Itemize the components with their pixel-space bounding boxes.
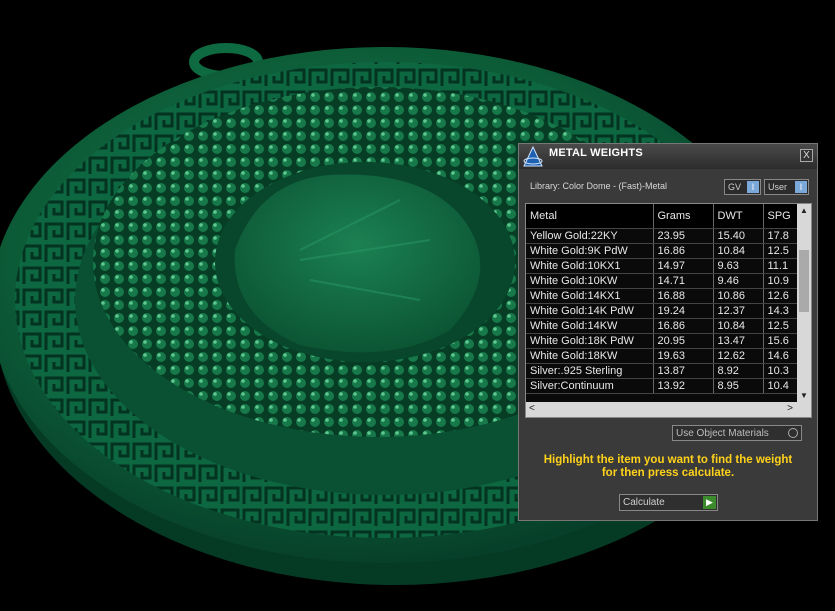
scroll-down-icon[interactable]: ▼ — [800, 391, 808, 400]
table-cell: White Gold:18KW — [526, 348, 654, 364]
table-row[interactable]: White Gold:14K PdW 19.24 12.37 14.3 — [526, 303, 809, 319]
table-row[interactable]: Silver:.925 Sterling 13.87 8.92 10.3 — [526, 363, 809, 379]
table-cell: 10.84 — [713, 318, 764, 334]
table-cell: 16.88 — [653, 288, 714, 304]
metal-weights-panel: METAL WEIGHTS X Library: Color Dome - (F… — [518, 143, 818, 521]
table-cell: Yellow Gold:22KY — [526, 228, 654, 244]
table-header-row: Metal Grams DWT SPG — [526, 204, 809, 229]
table-cell: White Gold:18K PdW — [526, 333, 654, 349]
pyramid-logo-icon — [523, 146, 543, 167]
use-object-materials-toggle[interactable]: Use Object Materials — [672, 425, 802, 441]
radio-icon — [788, 428, 798, 438]
library-label: Library: Color Dome - (Fast)-Metal — [530, 181, 668, 191]
play-arrow-icon: ▶ — [703, 496, 716, 509]
gv-toggle[interactable]: GV I — [724, 179, 761, 195]
table-cell: 12.37 — [713, 303, 764, 319]
table-cell: 14.97 — [653, 258, 714, 274]
vertical-scrollbar[interactable]: ▲ ▼ — [797, 204, 811, 402]
calculate-button[interactable]: Calculate ▶ — [619, 494, 718, 511]
table-row[interactable]: White Gold:18K PdW 20.95 13.47 15.6 — [526, 333, 809, 349]
scroll-left-icon[interactable]: < — [529, 403, 535, 414]
table-cell: 8.95 — [713, 378, 764, 394]
horizontal-scrollbar[interactable]: < > — [526, 402, 811, 417]
instruction-line-1: Highlight the item you want to find the … — [543, 454, 793, 466]
gv-toggle-label: GV — [728, 182, 742, 192]
instruction-line-2: for then press calculate. — [601, 467, 735, 479]
scroll-up-icon[interactable]: ▲ — [800, 206, 808, 215]
table-cell: 19.24 — [653, 303, 714, 319]
table-cell: 10.86 — [713, 288, 764, 304]
table-row[interactable]: Yellow Gold:22KY 23.95 15.40 17.8 — [526, 228, 809, 244]
column-header-metal[interactable]: Metal — [526, 204, 654, 229]
table-cell: 23.95 — [653, 228, 714, 244]
table-cell: White Gold:14KX1 — [526, 288, 654, 304]
calculate-label: Calculate — [623, 497, 665, 508]
panel-titlebar[interactable]: METAL WEIGHTS X — [519, 144, 817, 169]
table-row[interactable]: White Gold:10KW 14.71 9.46 10.9 — [526, 273, 809, 289]
table-cell: 13.92 — [653, 378, 714, 394]
table-cell: 10.84 — [713, 243, 764, 259]
table-cell: White Gold:14K PdW — [526, 303, 654, 319]
user-toggle-label: User — [768, 182, 788, 192]
table-cell: 13.47 — [713, 333, 764, 349]
table-cell: 16.86 — [653, 243, 714, 259]
panel-title: METAL WEIGHTS — [549, 147, 643, 159]
table-row[interactable]: White Gold:18KW 19.63 12.62 14.6 — [526, 348, 809, 364]
toggle-knob-icon: I — [747, 181, 759, 193]
table-cell: 14.71 — [653, 273, 714, 289]
table-row[interactable]: Silver:Continuum 13.92 8.95 10.4 — [526, 378, 809, 394]
table-cell: White Gold:10KW — [526, 273, 654, 289]
instruction-text: Highlight the item you want to find the … — [519, 454, 817, 480]
close-icon[interactable]: X — [800, 149, 813, 162]
table-cell: 13.87 — [653, 363, 714, 379]
metal-grid: Metal Grams DWT SPG Yellow Gold:22KY 23.9… — [526, 204, 809, 394]
table-cell: 9.46 — [713, 273, 764, 289]
table-cell: 8.92 — [713, 363, 764, 379]
column-header-grams[interactable]: Grams — [653, 204, 714, 229]
table-cell: White Gold:14KW — [526, 318, 654, 334]
column-header-dwt[interactable]: DWT — [713, 204, 764, 229]
scroll-thumb[interactable] — [799, 250, 809, 312]
scroll-right-icon[interactable]: > — [787, 403, 793, 414]
table-row[interactable]: White Gold:14KX1 16.88 10.86 12.6 — [526, 288, 809, 304]
table-cell: 20.95 — [653, 333, 714, 349]
table-cell: 15.40 — [713, 228, 764, 244]
table-cell: 16.86 — [653, 318, 714, 334]
user-toggle[interactable]: User I — [764, 179, 809, 195]
table-cell: 19.63 — [653, 348, 714, 364]
table-row[interactable]: White Gold:10KX1 14.97 9.63 11.1 — [526, 258, 809, 274]
table-row[interactable]: White Gold:14KW 16.86 10.84 12.5 — [526, 318, 809, 334]
table-cell: White Gold:10KX1 — [526, 258, 654, 274]
toggle-knob-icon: I — [795, 181, 807, 193]
table-cell: White Gold:9K PdW — [526, 243, 654, 259]
metal-table[interactable]: Metal Grams DWT SPG Yellow Gold:22KY 23.9… — [525, 203, 812, 418]
table-row[interactable]: White Gold:9K PdW 16.86 10.84 12.5 — [526, 243, 809, 259]
table-cell: 12.62 — [713, 348, 764, 364]
table-cell: 9.63 — [713, 258, 764, 274]
table-cell: Silver:.925 Sterling — [526, 363, 654, 379]
table-cell: Silver:Continuum — [526, 378, 654, 394]
use-object-materials-label: Use Object Materials — [676, 428, 769, 439]
